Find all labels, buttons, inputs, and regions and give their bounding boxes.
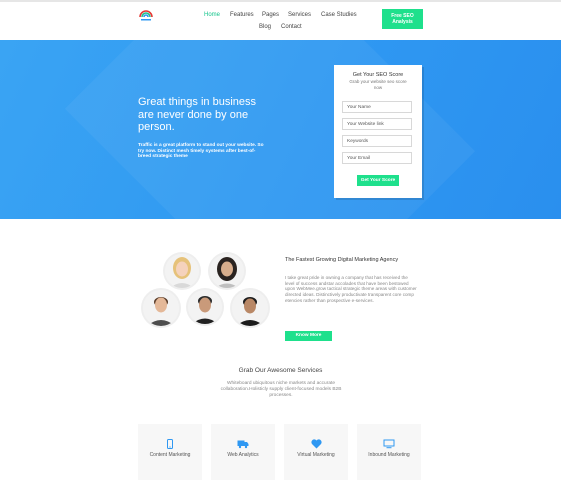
about-title: The Fastest Growing Digital Marketing Ag… [285,257,399,263]
team-avatar-4 [188,290,222,324]
nav-item-pages[interactable]: Pages [262,12,279,18]
nav-item-contact[interactable]: Contact [281,24,302,30]
nav-item-features[interactable]: Features [230,12,254,18]
team-avatar-5 [232,290,268,326]
about-text: I take great pride in owning a company t… [285,275,417,303]
team-avatar-1 [165,254,199,288]
services-subtitle: Whiteboard ubiquitous niche markets and … [220,381,342,398]
website-link-input[interactable]: Your Website link [342,118,412,130]
logo-icon[interactable] [138,8,154,22]
free-seo-analysis-button[interactable]: Free SEO Analysis [382,9,423,29]
top-border [0,0,561,2]
service-card-virtual-marketing[interactable]: Virtual Marketing [284,424,348,480]
service-label: Web Analytics [227,452,259,458]
seo-score-form: Get Your SEO Score Grab your website seo… [334,65,422,198]
keywords-input[interactable]: Keywords [342,135,412,147]
nav-item-home[interactable]: Home [204,12,220,18]
form-subtitle: Grab your website seo score now [349,79,407,90]
cta-label: Free SEO Analysis [391,13,414,25]
team-avatar-2 [210,254,244,288]
get-score-button[interactable]: Get Your Score [357,175,399,186]
service-label: Content Marketing [149,452,191,458]
hero-text: Traffic is a great platform to stand out… [138,143,264,159]
services-title: Grab Our Awesome Services [238,367,323,374]
nav-item-services[interactable]: Services [288,12,311,18]
team-avatar-3 [143,290,179,326]
service-card-inbound-marketing[interactable]: Inbound Marketing [357,424,421,480]
service-label: Inbound Marketing [368,452,410,458]
service-card-web-analytics[interactable]: Web Analytics [211,424,275,480]
name-input[interactable]: Your Name [342,101,412,113]
email-input[interactable]: Your Email [342,152,412,164]
hero-section [0,40,561,219]
hero-headline: Great things in business are never done … [138,96,257,133]
nav-item-case-studies[interactable]: Case Studies [321,12,357,18]
form-title: Get Your SEO Score [352,72,404,78]
service-label: Virtual Marketing [297,452,335,458]
service-card-content-marketing[interactable]: Content Marketing [138,424,202,480]
nav-item-blog[interactable]: Blog [259,24,271,30]
know-more-button[interactable]: Know More [285,331,332,341]
